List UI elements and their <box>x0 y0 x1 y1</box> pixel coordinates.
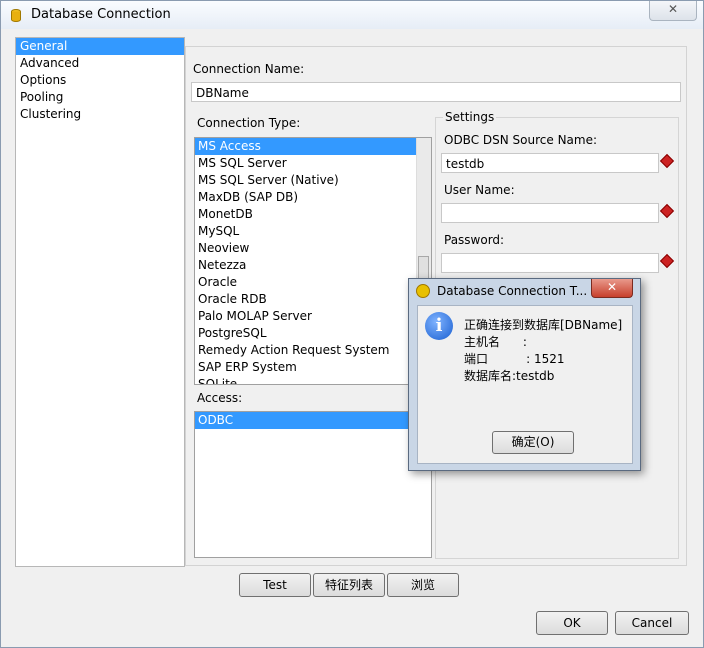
nav-item-advanced[interactable]: Advanced <box>16 55 184 72</box>
title-bar: Database Connection ✕ <box>1 1 703 29</box>
list-item[interactable]: Palo MOLAP Server <box>195 308 431 325</box>
cancel-button[interactable]: Cancel <box>615 611 689 635</box>
password-input[interactable] <box>441 253 659 273</box>
user-name-input[interactable] <box>441 203 659 223</box>
list-item[interactable]: SQLite <box>195 376 431 384</box>
ok-button[interactable]: OK <box>536 611 608 635</box>
password-label: Password: <box>444 233 505 247</box>
database-icon <box>11 9 21 22</box>
list-item[interactable]: MonetDB <box>195 206 431 223</box>
list-item[interactable]: Oracle RDB <box>195 291 431 308</box>
dialog-close-button[interactable]: ✕ <box>591 279 633 298</box>
list-item[interactable]: Netezza <box>195 257 431 274</box>
list-item[interactable]: PostgreSQL <box>195 325 431 342</box>
list-item[interactable]: ODBC <box>195 412 431 429</box>
access-list[interactable]: ODBC <box>194 411 432 558</box>
access-label: Access: <box>197 391 243 405</box>
list-item[interactable]: Neoview <box>195 240 431 257</box>
message-line: 正确连接到数据库[DBName] <box>464 318 623 332</box>
feature-list-button[interactable]: 特征列表 <box>313 573 385 597</box>
nav-item-options[interactable]: Options <box>16 72 184 89</box>
list-item[interactable]: MySQL <box>195 223 431 240</box>
dsn-label: ODBC DSN Source Name: <box>444 133 598 147</box>
settings-title: Settings <box>443 110 497 124</box>
nav-item-clustering[interactable]: Clustering <box>16 106 184 123</box>
user-name-label: User Name: <box>444 183 515 197</box>
list-item[interactable]: MaxDB (SAP DB) <box>195 189 431 206</box>
test-button[interactable]: Test <box>239 573 311 597</box>
list-item[interactable]: MS SQL Server <box>195 155 431 172</box>
dialog-ok-button[interactable]: 确定(O) <box>492 431 574 454</box>
scrollbar-thumb[interactable] <box>418 256 429 280</box>
list-item[interactable]: Oracle <box>195 274 431 291</box>
info-icon: i <box>425 312 453 340</box>
message-line: 数据库名:testdb <box>464 369 555 383</box>
message-line: 主机名 : <box>464 335 527 349</box>
list-item[interactable]: SAP ERP System <box>195 359 431 376</box>
connection-test-dialog: Database Connection T... ✕ i 正确连接到数据库[DB… <box>408 278 641 471</box>
window-title: Database Connection <box>31 7 171 22</box>
list-item[interactable]: MS SQL Server (Native) <box>195 172 431 189</box>
dialog-title: Database Connection T... <box>437 284 588 298</box>
window-close-button[interactable]: ✕ <box>649 1 697 21</box>
dialog-body: i 正确连接到数据库[DBName] 主机名 : 端口 : 1521 数据库名:… <box>417 305 633 464</box>
connection-name-input[interactable]: DBName <box>191 82 681 102</box>
list-item[interactable]: Remedy Action Request System <box>195 342 431 359</box>
section-nav: General Advanced Options Pooling Cluster… <box>15 37 185 567</box>
connection-name-label: Connection Name: <box>193 62 305 76</box>
connection-type-label: Connection Type: <box>197 116 301 130</box>
nav-item-pooling[interactable]: Pooling <box>16 89 184 106</box>
message-line: 端口 : 1521 <box>464 352 565 366</box>
nav-item-general[interactable]: General <box>16 38 184 55</box>
app-icon <box>416 284 430 298</box>
browse-button[interactable]: 浏览 <box>387 573 459 597</box>
connection-type-list[interactable]: MS Access MS SQL Server MS SQL Server (N… <box>194 137 432 385</box>
list-item[interactable]: MS Access <box>195 138 431 155</box>
dsn-input[interactable]: testdb <box>441 153 659 173</box>
